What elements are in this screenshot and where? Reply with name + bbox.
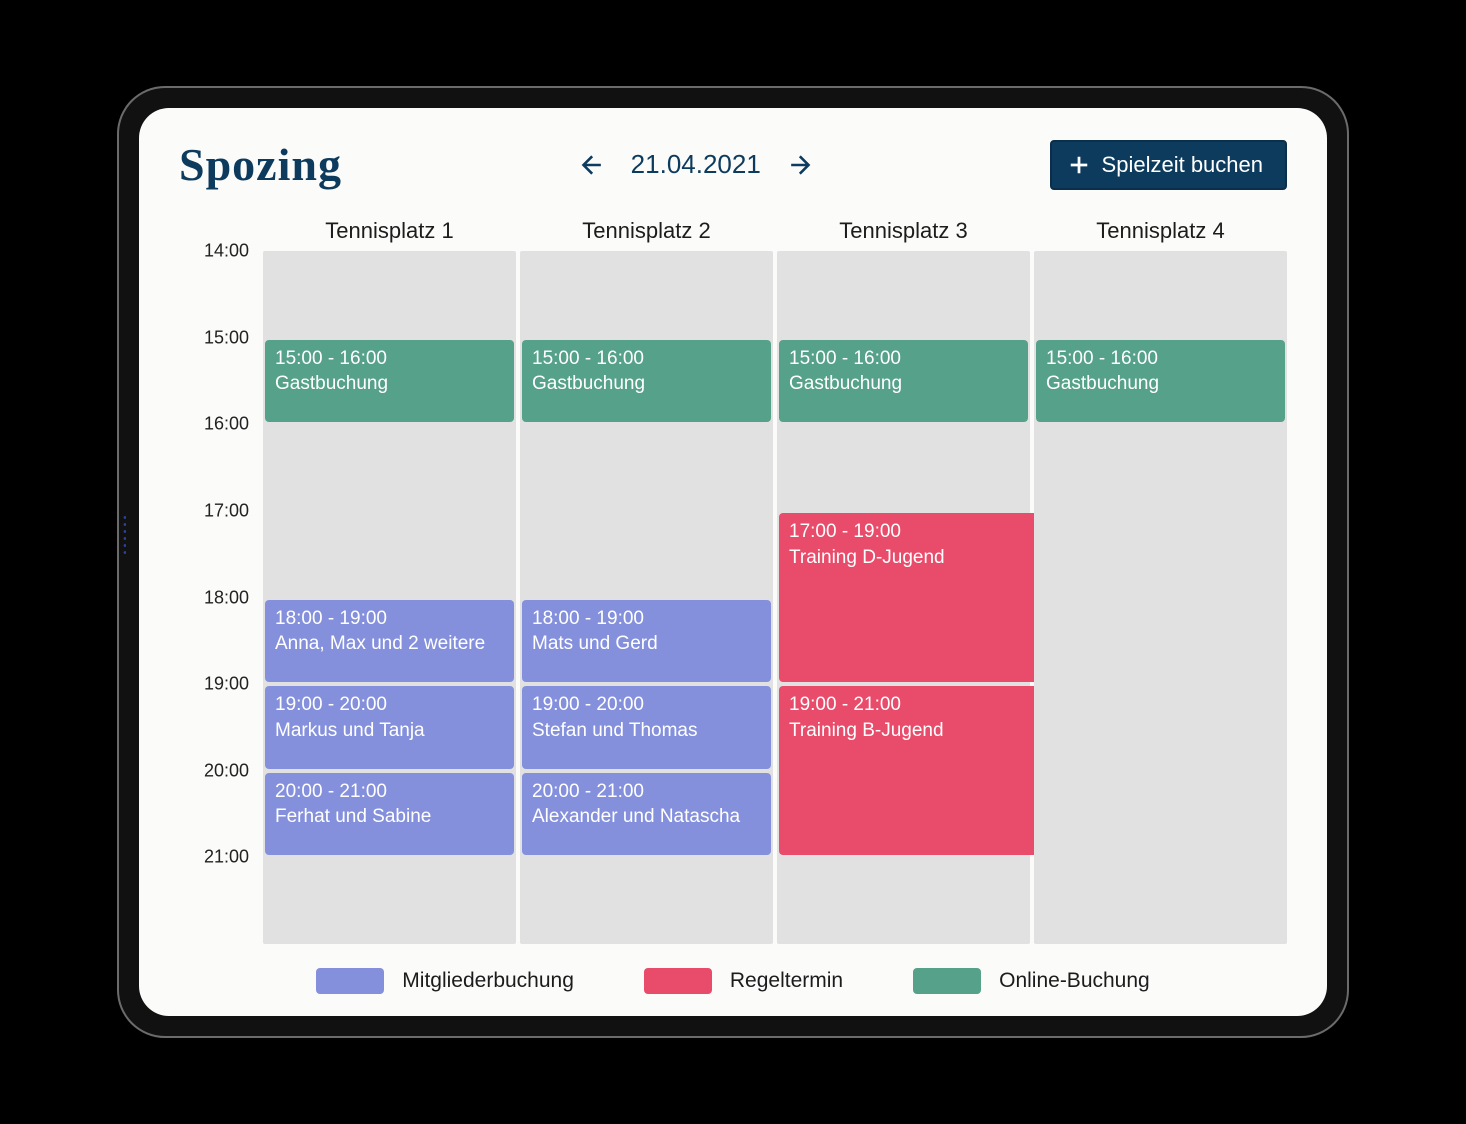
book-slot-button[interactable]: Spielzeit buchen: [1050, 140, 1287, 190]
court-column[interactable]: 15:00 - 16:00Gastbuchung17:00 - 19:00Tra…: [777, 251, 1030, 944]
legend-label: Regeltermin: [730, 969, 843, 993]
court-header: Tennisplatz 1: [263, 211, 516, 251]
legend-swatch: [913, 968, 981, 994]
time-label: 14:00: [204, 241, 249, 262]
event-time: 19:00 - 20:00: [532, 692, 761, 718]
booking-event[interactable]: 15:00 - 16:00Gastbuchung: [779, 340, 1028, 423]
time-label: 19:00: [204, 674, 249, 695]
court-column[interactable]: 15:00 - 16:00Gastbuchung 18:00 - 19:00Ann…: [263, 251, 516, 944]
event-time: 20:00 - 21:00: [532, 779, 761, 805]
legend-swatch: [316, 968, 384, 994]
current-date: 21.04.2021: [631, 149, 761, 180]
court-column[interactable]: 15:00 - 16:00Gastbuchung 18:00 - 19:00Mat…: [520, 251, 773, 944]
booking-event[interactable]: 18:00 - 19:00Mats und Gerd: [522, 600, 771, 683]
time-label: 15:00: [204, 327, 249, 348]
prev-day-button[interactable]: [575, 150, 605, 180]
plus-icon: [1068, 154, 1090, 176]
event-title: Anna, Max und 2 weitere: [275, 631, 504, 657]
court-header: Tennisplatz 4: [1034, 211, 1287, 251]
time-label: 17:00: [204, 500, 249, 521]
tablet-frame: Spozing 21.04.2021 Spielzeit buchen: [117, 86, 1349, 1038]
event-title: Alexander und Natascha: [532, 804, 761, 830]
date-navigator: 21.04.2021: [358, 149, 1034, 180]
event-title: Gastbuchung: [532, 371, 761, 397]
booking-event[interactable]: 15:00 - 16:00Gastbuchung: [265, 340, 514, 423]
schedule-grid: Tennisplatz 1 Tennisplatz 2 Tennisplatz …: [179, 211, 1287, 944]
next-day-button[interactable]: [787, 150, 817, 180]
event-title: Gastbuchung: [1046, 371, 1275, 397]
event-time: 18:00 - 19:00: [532, 606, 761, 632]
arrow-right-icon: [789, 152, 815, 178]
event-title: Mats und Gerd: [532, 631, 761, 657]
arrow-left-icon: [577, 152, 603, 178]
event-time: 15:00 - 16:00: [275, 346, 504, 372]
event-time: 15:00 - 16:00: [532, 346, 761, 372]
booking-event[interactable]: 18:00 - 19:00Anna, Max und 2 weitere: [265, 600, 514, 683]
event-time: 18:00 - 19:00: [275, 606, 504, 632]
legend-item-regel: Regeltermin: [644, 968, 843, 994]
booking-event[interactable]: 20:00 - 21:00Alexander und Natascha: [522, 773, 771, 856]
header: Spozing 21.04.2021 Spielzeit buchen: [179, 138, 1287, 191]
app-logo: Spozing: [179, 138, 342, 191]
court-header: Tennisplatz 2: [520, 211, 773, 251]
booking-event[interactable]: 19:00 - 20:00Markus und Tanja: [265, 686, 514, 769]
time-axis: 14:0015:0016:0017:0018:0019:0020:0021:00: [179, 251, 259, 944]
legend-item-online: Online-Buchung: [913, 968, 1150, 994]
time-label: 21:00: [204, 847, 249, 868]
event-title: Gastbuchung: [789, 371, 1018, 397]
event-title: Ferhat und Sabine: [275, 804, 504, 830]
event-time: 20:00 - 21:00: [275, 779, 504, 805]
booking-event[interactable]: 15:00 - 16:00Gastbuchung: [522, 340, 771, 423]
event-time: 15:00 - 16:00: [1046, 346, 1275, 372]
app-screen: Spozing 21.04.2021 Spielzeit buchen: [139, 108, 1327, 1016]
booking-event[interactable]: 15:00 - 16:00Gastbuchung: [1036, 340, 1285, 423]
booking-event[interactable]: 20:00 - 21:00Ferhat und Sabine: [265, 773, 514, 856]
court-header: Tennisplatz 3: [777, 211, 1030, 251]
legend-item-member: Mitgliederbuchung: [316, 968, 574, 994]
legend-label: Online-Buchung: [999, 969, 1150, 993]
book-slot-label: Spielzeit buchen: [1102, 152, 1263, 178]
legend: Mitgliederbuchung Regeltermin Online-Buc…: [179, 944, 1287, 994]
event-time: 19:00 - 20:00: [275, 692, 504, 718]
event-title: Gastbuchung: [275, 371, 504, 397]
event-title: Stefan und Thomas: [532, 718, 761, 744]
legend-label: Mitgliederbuchung: [402, 969, 574, 993]
event-title: Markus und Tanja: [275, 718, 504, 744]
time-label: 16:00: [204, 414, 249, 435]
time-label: 20:00: [204, 760, 249, 781]
legend-swatch: [644, 968, 712, 994]
time-label: 18:00: [204, 587, 249, 608]
court-column[interactable]: 15:00 - 16:00Gastbuchung: [1034, 251, 1287, 944]
event-time: 15:00 - 16:00: [789, 346, 1018, 372]
booking-event[interactable]: 19:00 - 20:00Stefan und Thomas: [522, 686, 771, 769]
